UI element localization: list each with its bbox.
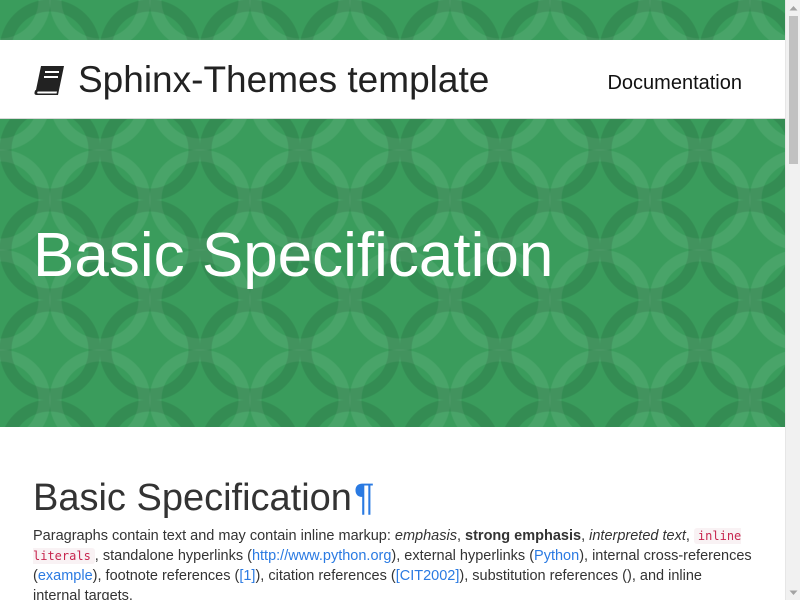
nav-documentation-link[interactable]: Documentation xyxy=(607,71,742,95)
hero-title: Basic Specification xyxy=(33,221,554,290)
section-heading: Basic Specification¶ xyxy=(33,470,753,526)
scrollbar-thumb[interactable] xyxy=(789,16,798,164)
intro-paragraph: Paragraphs contain text and may contain … xyxy=(33,526,753,600)
strong-text: strong emphasis xyxy=(465,528,582,544)
interpreted-text: interpreted text xyxy=(589,528,686,544)
brand-link[interactable]: Sphinx-Themes template xyxy=(32,58,489,102)
book-icon xyxy=(32,62,68,98)
text-run: ), external hyperlinks ( xyxy=(391,548,535,564)
arrow-up-icon[interactable] xyxy=(786,0,800,15)
heading-permalink[interactable]: ¶ xyxy=(354,477,374,519)
navbar: Sphinx-Themes template Documentation xyxy=(0,40,785,119)
main-content: Basic Specification¶ Paragraphs contain … xyxy=(33,470,753,600)
footnote-link[interactable]: [1] xyxy=(239,568,255,584)
text-run: Paragraphs contain text and may contain … xyxy=(33,528,395,544)
citation-link[interactable]: [CIT2002] xyxy=(396,568,460,584)
text-run: , standalone hyperlinks ( xyxy=(94,548,252,564)
text-run: , xyxy=(456,528,466,544)
vertical-scrollbar[interactable] xyxy=(785,0,800,600)
arrow-down-icon[interactable] xyxy=(786,585,800,600)
text-run: , xyxy=(685,528,694,544)
text-run: , xyxy=(581,528,590,544)
link-python-org[interactable]: http://www.python.org xyxy=(252,548,391,564)
page: Sphinx-Themes template Documentation Bas… xyxy=(0,0,785,600)
text-run: ), footnote references ( xyxy=(92,568,240,584)
link-example[interactable]: example xyxy=(38,568,93,584)
text-run: ), citation references ( xyxy=(255,568,396,584)
section-heading-text: Basic Specification xyxy=(33,477,352,519)
brand-title: Sphinx-Themes template xyxy=(78,59,490,100)
emphasis-text: emphasis xyxy=(394,528,457,544)
link-python[interactable]: Python xyxy=(534,548,579,564)
